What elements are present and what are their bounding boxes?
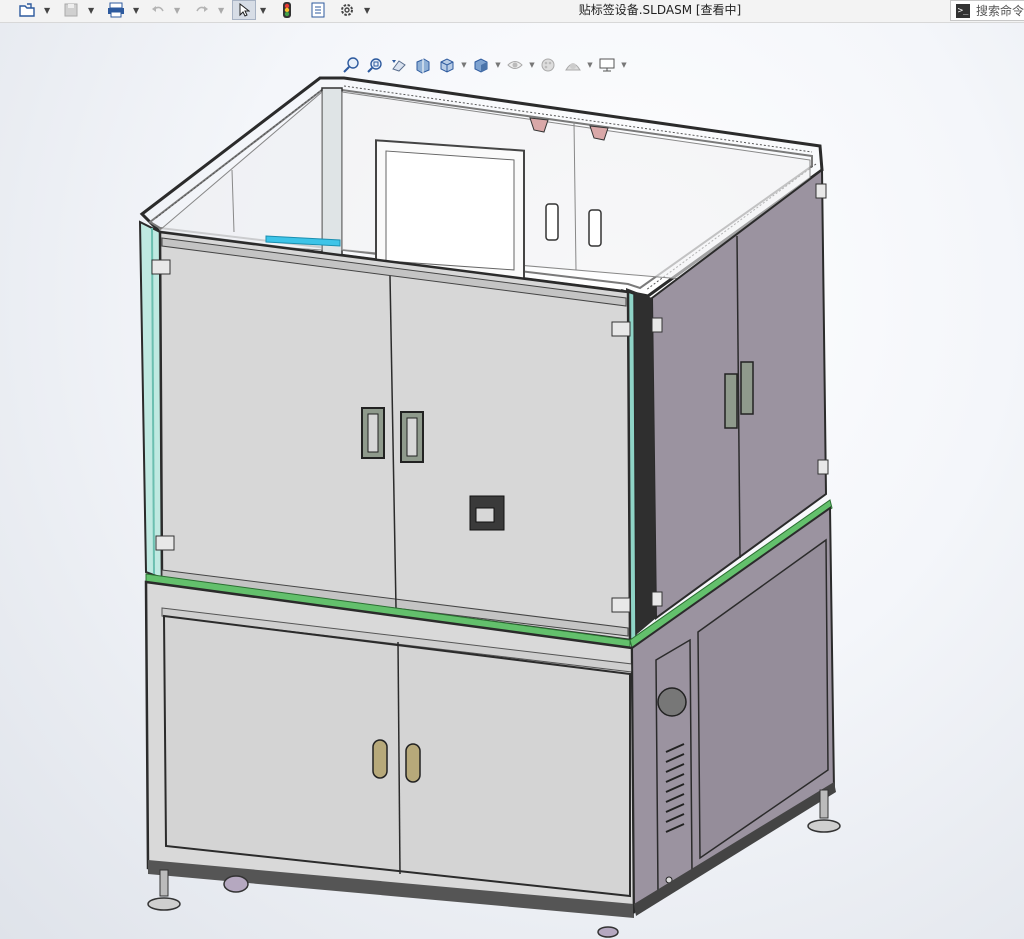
caster-wheel (597, 926, 619, 938)
select-dropdown-caret[interactable]: ▼ (260, 0, 266, 20)
hinge (151, 259, 171, 275)
print-icon[interactable] (103, 0, 129, 20)
redo-icon[interactable] (190, 0, 214, 20)
select-icon[interactable] (232, 0, 256, 20)
title-bar: ▼ ▼ ▼ ▼ ▼ ▼ ▼ 贴标签设备.SLDASM [查看中] >_ 搜索命令 (0, 0, 1024, 23)
open-icon[interactable] (14, 0, 40, 20)
command-prompt-icon: >_ (956, 3, 970, 18)
options-dropdown-caret[interactable]: ▼ (364, 0, 370, 20)
right-door-handle-left[interactable] (724, 373, 738, 429)
lower-door-handle-left[interactable] (372, 739, 388, 779)
right-door-handle-right[interactable] (740, 361, 754, 415)
hinge (815, 183, 827, 199)
undo-dropdown-caret[interactable]: ▼ (174, 0, 180, 20)
print-dropdown-caret[interactable]: ▼ (133, 0, 139, 20)
hinge (817, 459, 829, 475)
save-icon[interactable] (58, 0, 84, 20)
hinge (611, 321, 631, 337)
search-commands-input[interactable]: >_ 搜索命令 (950, 0, 1024, 21)
save-dropdown-caret[interactable]: ▼ (88, 0, 94, 20)
rebuild-icon[interactable] (276, 0, 298, 20)
hinge (611, 597, 631, 613)
search-placeholder: 搜索命令 (976, 4, 1024, 18)
open-dropdown-caret[interactable]: ▼ (44, 0, 50, 20)
graphics-area[interactable]: ▼ ▼ ▼ ▼ ▼ (0, 23, 1024, 939)
options-icon[interactable] (336, 0, 358, 20)
hinge (155, 535, 175, 551)
assembly-model-3d[interactable] (0, 23, 1024, 939)
hinge (651, 317, 663, 333)
lower-door-handle-right[interactable] (405, 743, 421, 783)
caster-wheel (223, 875, 249, 893)
file-properties-icon[interactable] (306, 0, 330, 20)
fan-vent-icon (657, 687, 687, 717)
undo-icon[interactable] (146, 0, 170, 20)
document-title: 贴标签设备.SLDASM [查看中] (578, 3, 742, 17)
hinge (651, 591, 663, 607)
redo-dropdown-caret[interactable]: ▼ (218, 0, 224, 20)
